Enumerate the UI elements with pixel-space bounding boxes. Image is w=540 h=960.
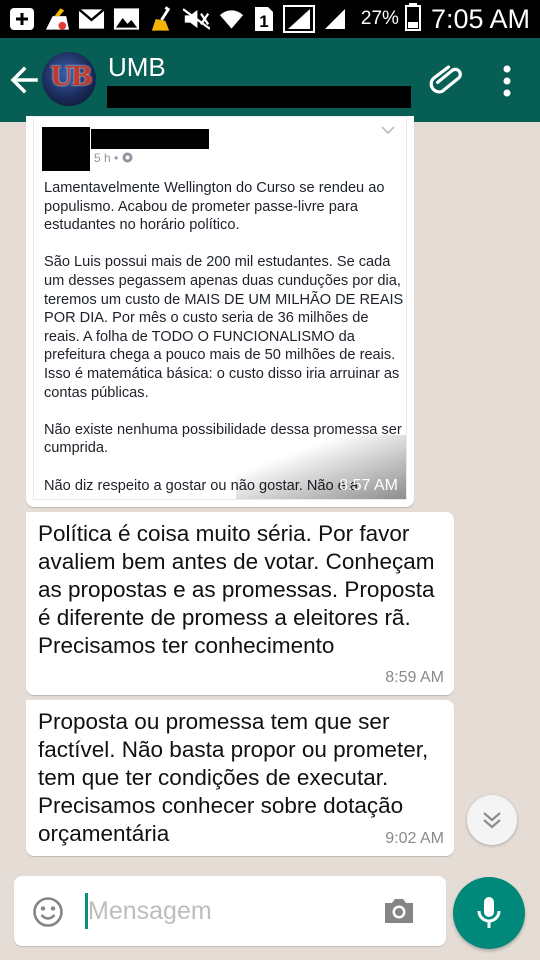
arrow-left-icon bbox=[10, 66, 38, 94]
avatar-logo: UB bbox=[50, 62, 93, 92]
voice-message-button[interactable] bbox=[453, 877, 525, 949]
battery-icon bbox=[404, 2, 421, 36]
signal-icon bbox=[283, 5, 315, 33]
chevron-down-icon bbox=[381, 126, 395, 135]
post-time: 5 h • bbox=[94, 151, 133, 165]
signal-icon bbox=[323, 6, 347, 32]
image-message[interactable]: 5 h • Lamentavelmente Wellington do Curs… bbox=[26, 116, 414, 507]
sim-icon: 1 bbox=[253, 6, 275, 32]
message-bubble[interactable]: Política é coisa muito séria. Por favor … bbox=[26, 512, 454, 695]
message-time: 8:59 AM bbox=[385, 669, 444, 686]
svg-text:1: 1 bbox=[259, 12, 268, 31]
scroll-to-bottom-button[interactable] bbox=[467, 795, 517, 845]
post-paragraph: Lamentavelmente Wellington do Curso se r… bbox=[44, 180, 385, 234]
attach-button[interactable] bbox=[428, 62, 466, 100]
back-button[interactable] bbox=[6, 60, 42, 100]
message-input[interactable] bbox=[88, 890, 378, 932]
message-text: Proposta ou promessa tem que ser factíve… bbox=[38, 709, 429, 846]
contact-name[interactable]: UMB bbox=[108, 52, 166, 83]
microphone-icon bbox=[477, 897, 501, 928]
double-chevron-down-icon bbox=[483, 812, 501, 829]
chat-header: UB UMB bbox=[0, 38, 540, 122]
mail-icon bbox=[78, 6, 105, 32]
notification-icons: 1 bbox=[8, 5, 347, 33]
avatar[interactable]: UB bbox=[42, 52, 96, 106]
globe-icon bbox=[122, 152, 133, 163]
redaction-bar bbox=[91, 129, 209, 149]
wifi-icon bbox=[218, 6, 245, 32]
smiley-icon bbox=[33, 897, 63, 927]
add-icon bbox=[8, 6, 35, 32]
mute-icon bbox=[183, 6, 210, 32]
broom-icon bbox=[148, 6, 175, 32]
message-bubble[interactable]: Proposta ou promessa tem que ser factíve… bbox=[26, 700, 454, 856]
camera-icon bbox=[385, 899, 413, 923]
redaction-block bbox=[42, 127, 90, 171]
message-time: 9:02 AM bbox=[385, 830, 444, 847]
cleaner-icon bbox=[43, 6, 70, 32]
gallery-icon bbox=[113, 6, 140, 32]
message-time: 8:57 AM bbox=[339, 477, 398, 494]
message-text: Política é coisa muito séria. Por favor … bbox=[38, 521, 435, 658]
paperclip-icon bbox=[429, 65, 462, 94]
emoji-button[interactable] bbox=[32, 896, 64, 928]
post-paragraph: São Luis possui mais de 200 mil estudant… bbox=[44, 254, 404, 401]
more-vertical-icon bbox=[503, 65, 511, 97]
status-bar: 1 27% 7:05 AM bbox=[0, 0, 540, 38]
overflow-menu-button[interactable] bbox=[494, 64, 520, 98]
camera-button[interactable] bbox=[382, 894, 416, 928]
shared-image[interactable]: 5 h • Lamentavelmente Wellington do Curs… bbox=[33, 116, 407, 500]
redaction-bar bbox=[107, 86, 411, 108]
battery-percent: 27% bbox=[360, 8, 399, 29]
compose-bar bbox=[14, 876, 446, 946]
clock: 7:05 AM bbox=[430, 3, 530, 34]
